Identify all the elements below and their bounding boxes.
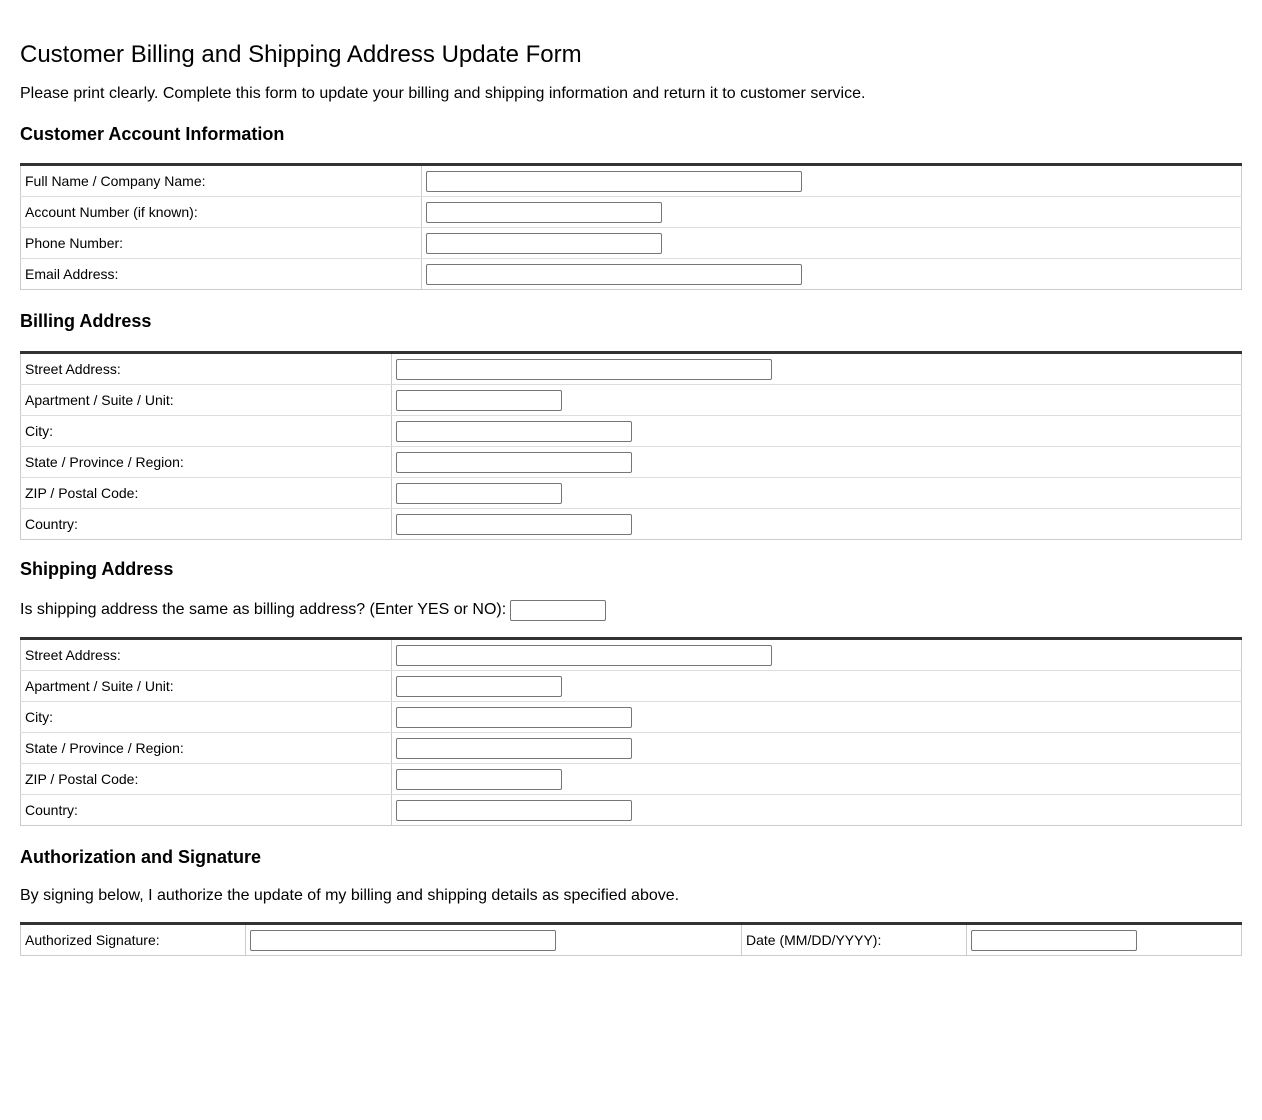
field-cell: [391, 638, 1242, 671]
same-as-billing-label: Is shipping address the same as billing …: [20, 601, 507, 618]
field-cell: [391, 477, 1242, 509]
field-label: Email Address:: [20, 258, 422, 290]
date-cell: [967, 924, 1242, 956]
table-row: City:: [20, 701, 1242, 733]
authorization-section-heading: Authorization and Signature: [20, 847, 261, 867]
form-title: Customer Billing and Shipping Address Up…: [20, 41, 582, 68]
billing-street-input[interactable]: [396, 358, 772, 380]
field-label: Country:: [20, 508, 392, 540]
billing-country-input[interactable]: [396, 513, 632, 535]
table-row: State / Province / Region:: [20, 446, 1242, 478]
shipping-unit-input[interactable]: [396, 675, 562, 697]
field-cell: [391, 670, 1242, 702]
field-label: State / Province / Region:: [20, 446, 392, 478]
signature-cell: [245, 923, 742, 956]
billing-zip-input[interactable]: [396, 482, 562, 504]
same-as-billing-question: Is shipping address the same as billing …: [20, 599, 1242, 621]
shipping-zip-input[interactable]: [396, 768, 562, 790]
field-cell: [391, 415, 1242, 447]
table-row: ZIP / Postal Code:: [20, 763, 1242, 795]
field-label: Country:: [20, 794, 392, 826]
form-page: Customer Billing and Shipping Address Up…: [0, 0, 1262, 956]
phone-number-input[interactable]: [426, 232, 662, 254]
field-cell: [392, 509, 1242, 540]
table-row: Full Name / Company Name:: [20, 164, 1242, 197]
table-row: Email Address:: [20, 258, 1242, 290]
table-row: Apartment / Suite / Unit:: [20, 384, 1242, 416]
field-label: ZIP / Postal Code:: [20, 477, 392, 509]
billing-city-input[interactable]: [396, 420, 632, 442]
table-row: Street Address:: [20, 638, 1242, 671]
table-row: Phone Number:: [20, 227, 1242, 259]
field-cell: [421, 196, 1242, 228]
billing-section-heading: Billing Address: [20, 311, 152, 331]
field-label: State / Province / Region:: [20, 732, 392, 764]
date-input[interactable]: [971, 929, 1137, 951]
billing-unit-input[interactable]: [396, 389, 562, 411]
table-row: State / Province / Region:: [20, 732, 1242, 764]
field-label: Phone Number:: [20, 227, 422, 259]
billing-state-input[interactable]: [396, 451, 632, 473]
email-address-input[interactable]: [426, 263, 802, 285]
shipping-section-heading: Shipping Address: [20, 559, 174, 579]
table-row: Country:: [20, 794, 1242, 826]
table-row: Authorized Signature: Date (MM/DD/YYYY):: [20, 923, 1242, 956]
date-label: Date (MM/DD/YYYY):: [741, 923, 967, 956]
account-number-input[interactable]: [426, 201, 662, 223]
shipping-street-input[interactable]: [396, 644, 772, 666]
table-row: ZIP / Postal Code:: [20, 477, 1242, 509]
field-cell: [391, 732, 1242, 764]
field-label: Street Address:: [20, 638, 392, 671]
field-cell: [391, 701, 1242, 733]
field-label: ZIP / Postal Code:: [20, 763, 392, 795]
field-cell: [422, 259, 1242, 290]
field-cell: [421, 227, 1242, 259]
signature-input[interactable]: [250, 929, 556, 951]
shipping-address-table: Street Address: Apartment / Suite / Unit…: [20, 637, 1242, 826]
field-label: City:: [20, 415, 392, 447]
shipping-state-input[interactable]: [396, 737, 632, 759]
authorization-statement: By signing below, I authorize the update…: [20, 887, 680, 904]
field-label: Full Name / Company Name:: [20, 164, 422, 197]
table-row: Apartment / Suite / Unit:: [20, 670, 1242, 702]
signature-label: Authorized Signature:: [20, 923, 246, 956]
field-label: City:: [20, 701, 392, 733]
field-cell: [391, 352, 1242, 385]
billing-address-table: Street Address: Apartment / Suite / Unit…: [20, 351, 1242, 540]
full-name-input[interactable]: [426, 170, 802, 192]
table-row: Street Address:: [20, 352, 1242, 385]
form-instructions: Please print clearly. Complete this form…: [20, 85, 866, 102]
signature-table: Authorized Signature: Date (MM/DD/YYYY):: [20, 922, 1242, 956]
table-row: Account Number (if known):: [20, 196, 1242, 228]
field-cell: [391, 446, 1242, 478]
field-cell: [391, 384, 1242, 416]
field-cell: [391, 763, 1242, 795]
shipping-country-input[interactable]: [396, 799, 632, 821]
field-label: Apartment / Suite / Unit:: [20, 384, 392, 416]
field-cell: [421, 164, 1242, 197]
shipping-city-input[interactable]: [396, 706, 632, 728]
account-section-heading: Customer Account Information: [20, 124, 285, 144]
field-label: Account Number (if known):: [20, 196, 422, 228]
table-row: City:: [20, 415, 1242, 447]
account-info-table: Full Name / Company Name: Account Number…: [20, 163, 1242, 290]
field-label: Apartment / Suite / Unit:: [20, 670, 392, 702]
field-label: Street Address:: [20, 352, 392, 385]
same-as-billing-input[interactable]: [510, 599, 607, 621]
table-row: Country:: [20, 508, 1242, 540]
field-cell: [392, 795, 1242, 826]
